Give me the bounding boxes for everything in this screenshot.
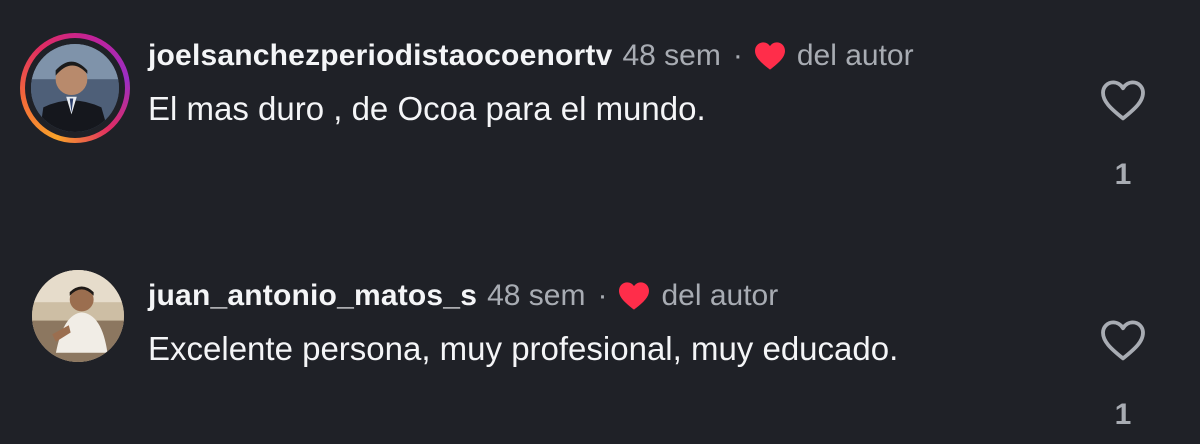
author-like-label: del autor (661, 279, 779, 312)
comment-content: joelsanchezperiodistaocoenortv 48 sem · … (148, 38, 1080, 132)
like-column: 1 (1098, 78, 1148, 192)
like-count[interactable]: 1 (1098, 158, 1148, 192)
comment-text: El mas duro , de Ocoa para el mundo. (148, 90, 706, 127)
profile-photo-icon (32, 270, 124, 362)
separator-dot: · (597, 279, 608, 312)
comment-text: Excelente persona, muy profesional, muy … (148, 330, 899, 367)
comment-item: juan_antonio_matos_s 48 sem · del autor … (0, 240, 1200, 444)
author-like-label: del autor (796, 39, 914, 72)
username[interactable]: joelsanchezperiodistaocoenortv (148, 39, 612, 73)
username[interactable]: juan_antonio_matos_s (148, 279, 477, 313)
comment-meta: joelsanchezperiodistaocoenortv 48 sem · … (148, 38, 1080, 74)
separator-dot: · (732, 39, 743, 72)
heart-outline-icon[interactable] (1099, 78, 1147, 122)
timestamp: 48 sem (487, 279, 586, 312)
comment-meta: juan_antonio_matos_s 48 sem · del autor (148, 278, 1080, 314)
like-count[interactable]: 1 (1098, 398, 1148, 432)
heart-outline-icon[interactable] (1099, 318, 1147, 362)
like-column: 1 (1098, 318, 1148, 432)
avatar[interactable] (20, 33, 130, 143)
avatar[interactable] (32, 270, 124, 362)
comment-content: juan_antonio_matos_s 48 sem · del autor … (148, 278, 1080, 372)
comment-item: joelsanchezperiodistaocoenortv 48 sem · … (0, 0, 1200, 240)
profile-photo-icon (31, 44, 119, 132)
author-heart-icon (619, 282, 650, 310)
timestamp: 48 sem (622, 39, 721, 72)
author-heart-icon (754, 42, 785, 70)
